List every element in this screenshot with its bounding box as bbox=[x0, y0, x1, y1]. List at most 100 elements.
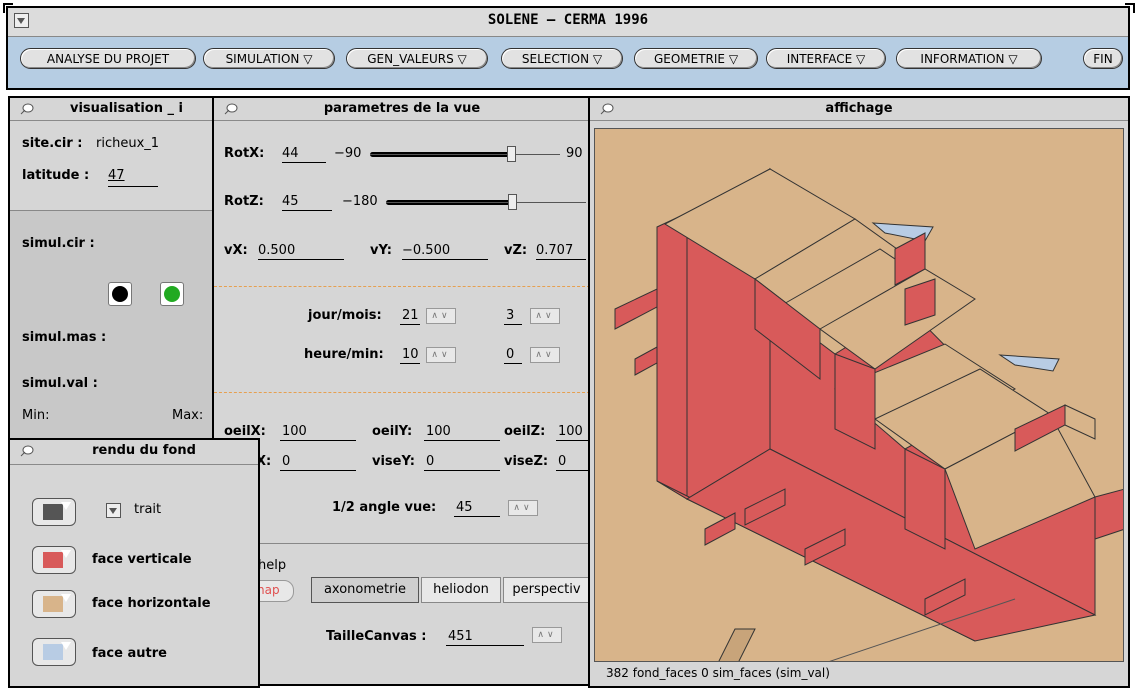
rendu-window: rendu du fond trait face verticale face … bbox=[8, 438, 260, 688]
visualisation-window: visualisation _ i site.cir : richeux_1 l… bbox=[8, 96, 218, 446]
render-canvas[interactable] bbox=[594, 128, 1124, 662]
oeilx-label: oeilX: bbox=[224, 424, 266, 439]
visex-field[interactable]: 0 bbox=[282, 454, 290, 469]
rotz-label: RotZ: bbox=[224, 194, 264, 209]
face-horizontale-label: face horizontale bbox=[92, 596, 211, 611]
snap-label: nap bbox=[257, 583, 280, 597]
taille-field[interactable]: 451 bbox=[448, 629, 473, 644]
trait-menu-button[interactable] bbox=[106, 503, 121, 518]
chevron-down-icon bbox=[61, 642, 71, 650]
heure-field[interactable]: 10 bbox=[402, 347, 419, 362]
mois-stepper[interactable]: ∧∨ bbox=[530, 308, 560, 324]
oeilx-field[interactable]: 100 bbox=[282, 424, 307, 439]
site-label: site.cir : bbox=[22, 136, 83, 151]
rotz-field[interactable]: 45 bbox=[282, 194, 299, 209]
green-disc-button[interactable] bbox=[160, 282, 184, 306]
menu-simulation[interactable]: SIMULATION ▽ bbox=[203, 48, 335, 69]
visey-label: viseY: bbox=[372, 454, 415, 469]
vz-field[interactable]: 0.707 bbox=[536, 243, 573, 258]
mois-field[interactable]: 3 bbox=[506, 308, 514, 323]
rotx-max: 90 bbox=[566, 146, 583, 161]
trait-label: trait bbox=[134, 502, 162, 517]
face-horizontale-swatch bbox=[43, 596, 63, 612]
vx-label: vX: bbox=[224, 243, 248, 258]
heuremin-label: heure/min: bbox=[304, 347, 384, 362]
vx-field[interactable]: 0.500 bbox=[258, 243, 295, 258]
menu-selection[interactable]: SELECTION ▽ bbox=[501, 48, 623, 69]
menu-fin[interactable]: FIN bbox=[1083, 48, 1123, 69]
jour-stepper[interactable]: ∧∨ bbox=[426, 308, 456, 324]
pushpin-icon[interactable] bbox=[20, 102, 35, 115]
status-bar: 382 fond_faces 0 sim_faces (sim_val) bbox=[606, 666, 830, 680]
oeily-label: oeilY: bbox=[372, 424, 413, 439]
min-stepper[interactable]: ∧∨ bbox=[530, 347, 560, 363]
latitude-field[interactable]: 47 bbox=[108, 168, 125, 183]
angle-label: 1/2 angle vue: bbox=[332, 500, 437, 515]
disc-icon bbox=[112, 286, 128, 302]
menu-information[interactable]: INFORMATION ▽ bbox=[896, 48, 1042, 69]
rotz-slider-thumb[interactable] bbox=[508, 194, 517, 210]
rendu-titlebar: rendu du fond bbox=[10, 440, 258, 465]
visez-label: viseZ: bbox=[504, 454, 549, 469]
vy-label: vY: bbox=[370, 243, 392, 258]
face-verticale-color-button[interactable] bbox=[32, 546, 76, 574]
taille-label: TailleCanvas : bbox=[326, 629, 427, 644]
face-autre-swatch bbox=[43, 644, 63, 660]
menu-interface[interactable]: INTERFACE ▽ bbox=[766, 48, 886, 69]
rotx-slider-thumb[interactable] bbox=[506, 146, 516, 162]
trait-color-button[interactable] bbox=[32, 498, 76, 526]
angle-field[interactable]: 45 bbox=[456, 500, 473, 515]
chevron-down-icon bbox=[109, 508, 117, 514]
min-label: Min: bbox=[22, 408, 50, 423]
rotz-min: −180 bbox=[342, 194, 378, 209]
face-autre-color-button[interactable] bbox=[32, 638, 76, 666]
help-label: help bbox=[258, 558, 287, 573]
jourmois-label: jour/mois: bbox=[308, 308, 382, 323]
simul-val-label: simul.val : bbox=[22, 376, 98, 391]
parametres-title: parametres de la vue bbox=[323, 101, 481, 116]
chevron-down-icon bbox=[61, 550, 71, 558]
site-value: richeux_1 bbox=[96, 136, 160, 151]
face-verticale-label: face verticale bbox=[92, 552, 192, 567]
face-verticale-swatch bbox=[43, 552, 63, 568]
menu-gen-valeurs[interactable]: GEN_VALEURS ▽ bbox=[346, 48, 488, 69]
rotx-field[interactable]: 44 bbox=[282, 146, 299, 161]
menu-analyse-projet[interactable]: ANALYSE DU PROJET bbox=[20, 48, 196, 69]
visey-field[interactable]: 0 bbox=[426, 454, 434, 469]
simul-mas-label: simul.mas : bbox=[22, 330, 107, 345]
oeily-field[interactable]: 100 bbox=[426, 424, 451, 439]
chevron-down-icon bbox=[61, 594, 71, 602]
building-render bbox=[614, 167, 1123, 661]
simul-cir-label: simul.cir : bbox=[22, 236, 95, 251]
affichage-window: affichage 382 fond_faces 0 sim_faces (si… bbox=[588, 96, 1130, 688]
heure-stepper[interactable]: ∧∨ bbox=[426, 347, 456, 363]
tab-heliodon[interactable]: heliodon bbox=[421, 577, 501, 603]
taille-stepper[interactable]: ∧∨ bbox=[532, 627, 562, 643]
disc-icon bbox=[164, 286, 180, 302]
menu-geometrie[interactable]: GEOMETRIE ▽ bbox=[634, 48, 758, 69]
vy-field[interactable]: −0.500 bbox=[402, 243, 450, 258]
rotz-slider[interactable] bbox=[386, 194, 586, 210]
affichage-title: affichage bbox=[825, 101, 893, 116]
chevron-down-icon bbox=[61, 502, 71, 510]
rendu-title: rendu du fond bbox=[92, 443, 196, 458]
jour-field[interactable]: 21 bbox=[402, 308, 419, 323]
rotx-slider[interactable] bbox=[370, 146, 560, 162]
oeilz-field[interactable]: 100 bbox=[558, 424, 583, 439]
vz-label: vZ: bbox=[504, 243, 528, 258]
visualisation-title: visualisation _ i bbox=[70, 101, 183, 116]
tab-perspective[interactable]: perspectiv bbox=[503, 577, 590, 603]
max-label: Max: bbox=[172, 408, 204, 423]
face-horizontale-color-button[interactable] bbox=[32, 590, 76, 618]
angle-stepper[interactable]: ∧∨ bbox=[508, 500, 538, 516]
oeilz-label: oeilZ: bbox=[504, 424, 546, 439]
trait-swatch bbox=[43, 504, 63, 520]
black-disc-button[interactable] bbox=[108, 282, 132, 306]
visez-field[interactable]: 0 bbox=[558, 454, 566, 469]
min-field[interactable]: 0 bbox=[506, 347, 514, 362]
main-titlebar: SOLENE – CERMA 1996 bbox=[8, 8, 1128, 37]
rotx-min: −90 bbox=[334, 146, 362, 161]
latitude-label: latitude : bbox=[22, 168, 90, 183]
tab-axonometrie[interactable]: axonometrie bbox=[311, 577, 419, 603]
face-autre-label: face autre bbox=[92, 646, 167, 661]
